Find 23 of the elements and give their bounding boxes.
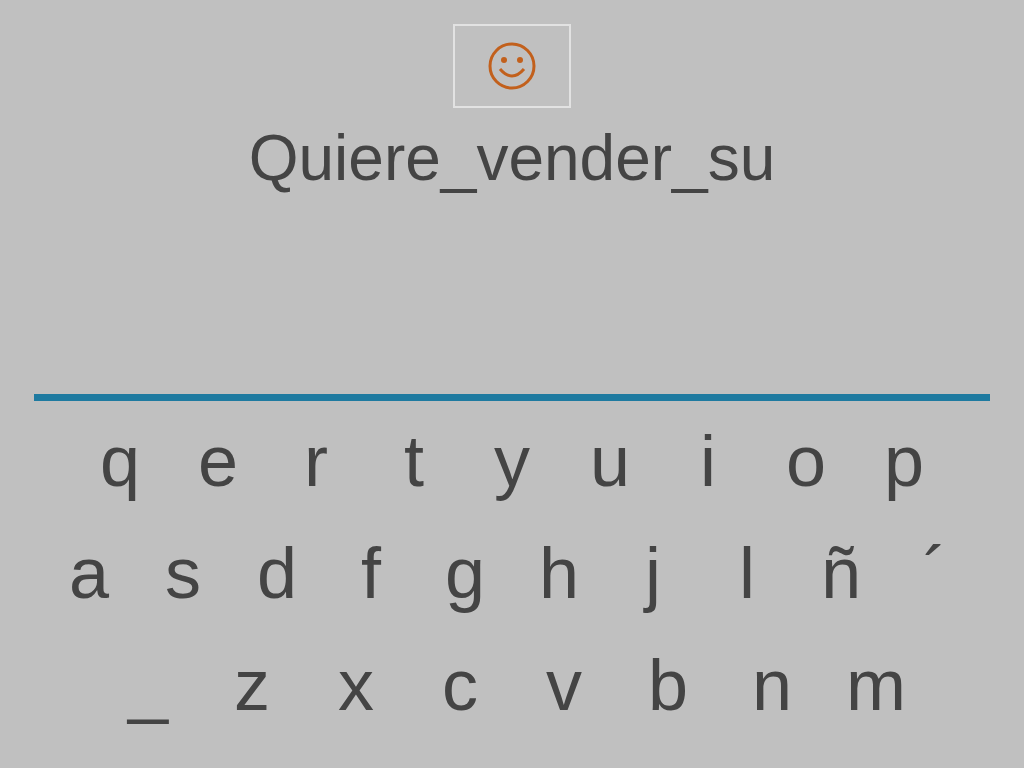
letter-key[interactable]: ñ (794, 537, 888, 609)
letter-key[interactable]: m (824, 649, 928, 721)
letter-key[interactable]: o (757, 425, 855, 497)
smiley-icon (487, 41, 537, 91)
letter-key[interactable]: f (324, 537, 418, 609)
letter-key[interactable]: z (200, 649, 304, 721)
letter-key[interactable]: s (136, 537, 230, 609)
letter-key[interactable]: n (720, 649, 824, 721)
letter-key[interactable]: h (512, 537, 606, 609)
letter-key[interactable]: b (616, 649, 720, 721)
letter-key[interactable]: l (700, 537, 794, 609)
letter-key[interactable]: v (512, 649, 616, 721)
letter-key[interactable]: d (230, 537, 324, 609)
letter-key[interactable]: a (42, 537, 136, 609)
letter-key[interactable]: r (267, 425, 365, 497)
letter-key[interactable]: x (304, 649, 408, 721)
hint-button[interactable] (453, 24, 571, 108)
letter-key[interactable]: ´ (888, 537, 982, 609)
letter-key[interactable]: c (408, 649, 512, 721)
letter-key[interactable]: t (365, 425, 463, 497)
letter-key[interactable]: i (659, 425, 757, 497)
letter-key[interactable]: u (561, 425, 659, 497)
letter-key[interactable]: e (169, 425, 267, 497)
